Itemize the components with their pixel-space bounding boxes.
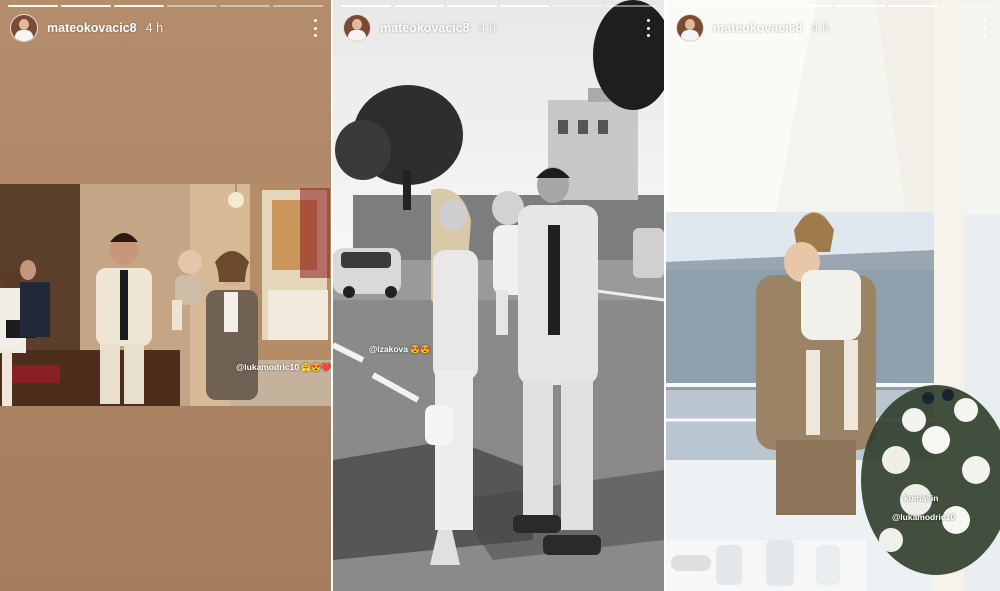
story-1[interactable]: mateokovacic8 4 h @lukamodric10 🤗😍❤️ — [0, 0, 331, 591]
story-timestamp: 4 h — [811, 21, 830, 35]
emoji-sticker: 🤗😍❤️ — [301, 363, 331, 372]
more-vertical-icon[interactable] — [642, 19, 654, 37]
story-header: mateokovacic8 4 h — [676, 14, 990, 42]
story-progress-bar — [341, 5, 656, 7]
story-timestamp: 4 h — [478, 21, 497, 35]
profile-avatar[interactable] — [676, 14, 704, 42]
story-progress-bar — [674, 5, 992, 7]
mention-tag[interactable]: @izakova 😍😍 — [369, 344, 430, 354]
story-3[interactable]: mateokovacic8 4 h kumašin @lukamodric10 — [666, 0, 1000, 591]
caption-text: kumašin — [904, 493, 939, 503]
more-vertical-icon[interactable] — [978, 19, 990, 37]
story-header: mateokovacic8 4 h — [343, 14, 654, 42]
mention-text: @lukamodric10 — [236, 362, 300, 372]
emoji-sticker: 😍😍 — [410, 345, 430, 354]
story-username[interactable]: mateokovacic8 — [713, 21, 803, 35]
story-2[interactable]: mateokovacic8 4 h @izakova 😍😍 — [333, 0, 664, 591]
story-photo-church — [0, 184, 331, 406]
mention-tag[interactable]: @lukamodric10 — [892, 512, 955, 522]
profile-avatar[interactable] — [343, 14, 371, 42]
story-username[interactable]: mateokovacic8 — [380, 21, 470, 35]
stories-row: mateokovacic8 4 h @lukamodric10 🤗😍❤️ mat… — [0, 0, 1000, 591]
mention-tag[interactable]: @lukamodric10 🤗😍❤️ — [236, 362, 331, 372]
story-photo-terrace — [666, 0, 1000, 591]
story-photo-street — [333, 0, 664, 591]
mention-text: @izakova — [369, 344, 409, 354]
